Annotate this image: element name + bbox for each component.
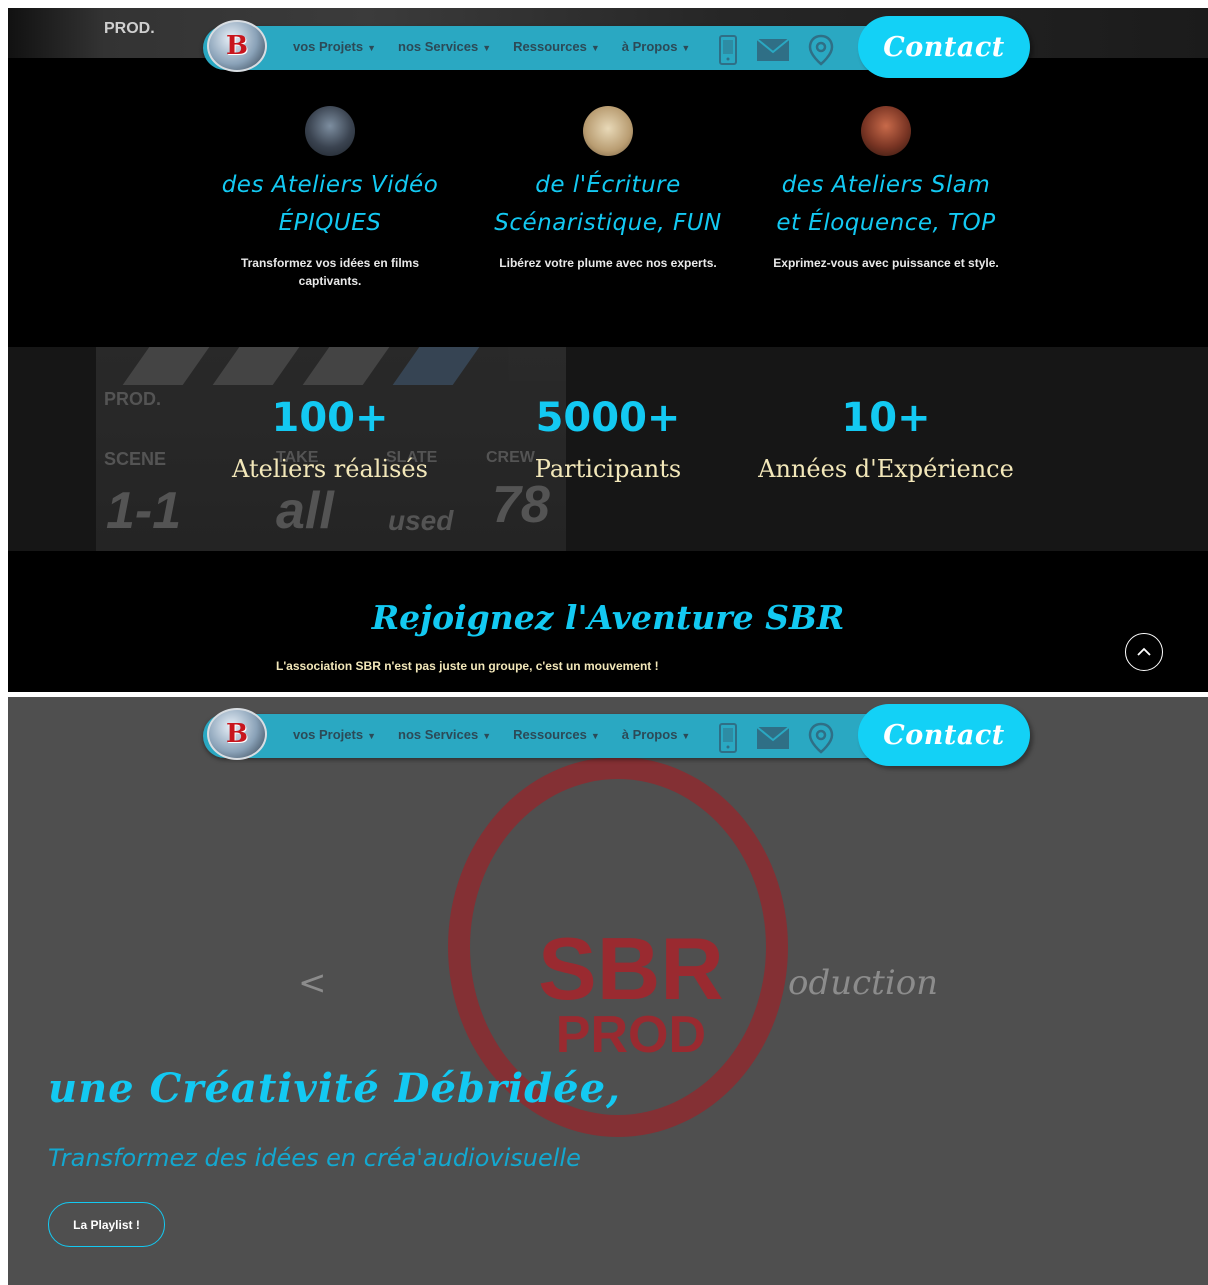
hero-title: une Créativité Débridée,	[48, 1065, 621, 1112]
stat-label: Participants	[534, 455, 682, 483]
scroll-to-top-button[interactable]	[1125, 633, 1163, 671]
feature-title-line: et Éloquence, TOP	[776, 210, 996, 236]
feature-title: des Ateliers Slam et Éloquence, TOP	[747, 166, 1025, 242]
stat-label: Ateliers réalisés	[232, 455, 428, 483]
nav-item-services[interactable]: nos Services ▼	[398, 727, 491, 742]
slate-slate-value: used	[388, 505, 454, 536]
playlist-button[interactable]: La Playlist !	[48, 1202, 165, 1247]
caret-down-icon: ▼	[367, 731, 377, 741]
screenshot-hero-section: SBR PROD < oduction B vos Projets ▼ nos S…	[8, 697, 1208, 1285]
nav-item-ressources[interactable]: Ressources ▼	[513, 39, 600, 54]
envelope-icon[interactable]	[756, 38, 790, 62]
caret-down-icon: ▼	[590, 731, 600, 741]
nav-item-label: vos Projets	[293, 39, 364, 54]
stat-label: Années d'Expérience	[758, 455, 1014, 483]
slate-prod-text: PROD.	[104, 20, 155, 37]
location-pin-icon[interactable]	[808, 34, 834, 66]
caret-down-icon: ▼	[681, 731, 691, 741]
feature-title-line: des Ateliers Slam	[781, 172, 991, 198]
feature-title-line: de l'Écriture	[535, 172, 681, 198]
watermark-sbr: SBR	[538, 919, 724, 1018]
feature-title: de l'Écriture Scénaristique, FUN	[469, 166, 747, 242]
contact-label: Contact	[883, 719, 1005, 751]
navbar: B vos Projets ▼ nos Services ▼ Ressources ▼…	[203, 16, 1033, 78]
watermark-production-text: oduction	[788, 963, 939, 1003]
envelope-icon[interactable]	[756, 726, 790, 750]
contact-button[interactable]: Contact	[858, 16, 1030, 78]
caret-down-icon: ▼	[681, 43, 691, 53]
nav-menu: vos Projets ▼ nos Services ▼ Ressources ▼ à…	[293, 727, 690, 742]
nav-item-ressources[interactable]: Ressources ▼	[513, 727, 600, 742]
feature-text: Libérez votre plume avec nos experts.	[499, 256, 717, 270]
nav-item-label: nos Services	[398, 727, 479, 742]
slate-crew-value: 78	[492, 476, 550, 534]
feature-thumbnail-writing	[583, 106, 633, 156]
stat-number: 10+	[841, 395, 931, 441]
stats-row: 100+ Ateliers réalisés 5000+ Participant…	[8, 395, 1208, 483]
contact-label: Contact	[883, 31, 1005, 63]
stat-item: 10+ Années d'Expérience	[747, 395, 1025, 483]
nav-contact-icons	[718, 34, 834, 66]
nav-item-label: nos Services	[398, 39, 479, 54]
nav-item-a-propos[interactable]: à Propos ▼	[622, 39, 691, 54]
nav-contact-icons	[718, 722, 834, 754]
watermark-prod: PROD	[555, 1005, 707, 1064]
feature-text: Transformez vos idées en films captivant…	[240, 256, 420, 288]
chevron-up-icon	[1137, 647, 1151, 656]
phone-icon[interactable]	[718, 35, 738, 65]
watermark-left-glyph: <	[298, 963, 327, 1003]
logo-letter: B	[226, 31, 248, 61]
nav-item-projets[interactable]: vos Projets ▼	[293, 39, 376, 54]
nav-menu: vos Projets ▼ nos Services ▼ Ressources ▼ à…	[293, 39, 690, 54]
feature-thumbnail-video	[305, 106, 355, 156]
site-logo[interactable]: B	[207, 708, 267, 760]
slate-scene-value: 1-1	[106, 482, 182, 540]
feature-title: des Ateliers Vidéo ÉPIQUES	[191, 166, 469, 242]
phone-icon[interactable]	[718, 723, 738, 753]
features-row: des Ateliers Vidéo ÉPIQUES Transformez vo…	[8, 106, 1208, 290]
join-text: L'association SBR n'est pas juste un gro…	[276, 659, 659, 673]
stats-section: PROD. SCENE TAKE SLATE CREW 1-1 all used…	[8, 347, 1208, 551]
nav-item-a-propos[interactable]: à Propos ▼	[622, 727, 691, 742]
nav-item-label: Ressources	[513, 39, 587, 54]
feature-card: de l'Écriture Scénaristique, FUN Libérez …	[469, 106, 747, 290]
feature-title-line: Scénaristique, FUN	[494, 210, 722, 236]
hero-subtitle: Transformez des idées en créa'audiovisue…	[48, 1144, 581, 1172]
caret-down-icon: ▼	[482, 731, 492, 741]
screenshot-top-section: PROD. B vos Projets ▼ nos Services ▼ Resso…	[8, 8, 1208, 692]
caret-down-icon: ▼	[482, 43, 492, 53]
nav-item-services[interactable]: nos Services ▼	[398, 39, 491, 54]
location-pin-icon[interactable]	[808, 722, 834, 754]
nav-item-label: à Propos	[621, 727, 678, 742]
nav-item-label: vos Projets	[293, 727, 364, 742]
feature-card: des Ateliers Slam et Éloquence, TOP Expri…	[747, 106, 1025, 290]
nav-item-projets[interactable]: vos Projets ▼	[293, 727, 376, 742]
site-logo[interactable]: B	[207, 20, 267, 72]
feature-text: Exprimez-vous avec puissance et style.	[773, 256, 999, 270]
clapper-stripe	[122, 347, 210, 385]
slate-take-value: all	[276, 482, 334, 540]
navbar: B vos Projets ▼ nos Services ▼ Ressources ▼…	[203, 704, 1033, 766]
clapper-stripe	[212, 347, 300, 385]
join-title: Rejoignez l'Aventure SBR	[371, 598, 845, 637]
caret-down-icon: ▼	[367, 43, 377, 53]
clapper-stripe	[392, 347, 480, 385]
contact-button[interactable]: Contact	[858, 704, 1030, 766]
nav-item-label: à Propos	[621, 39, 678, 54]
feature-card: des Ateliers Vidéo ÉPIQUES Transformez vo…	[191, 106, 469, 290]
stat-number: 100+	[271, 395, 389, 441]
feature-title-line: ÉPIQUES	[278, 210, 382, 236]
feature-title-line: des Ateliers Vidéo	[221, 172, 439, 198]
feature-thumbnail-slam	[861, 106, 911, 156]
stat-item: 100+ Ateliers réalisés	[191, 395, 469, 483]
stat-item: 5000+ Participants	[469, 395, 747, 483]
sbr-prod-watermark-text: SBR PROD	[538, 919, 724, 1064]
stat-number: 5000+	[535, 395, 681, 441]
clapper-stripe	[302, 347, 390, 385]
caret-down-icon: ▼	[590, 43, 600, 53]
logo-letter: B	[226, 719, 248, 749]
nav-item-label: Ressources	[513, 727, 587, 742]
